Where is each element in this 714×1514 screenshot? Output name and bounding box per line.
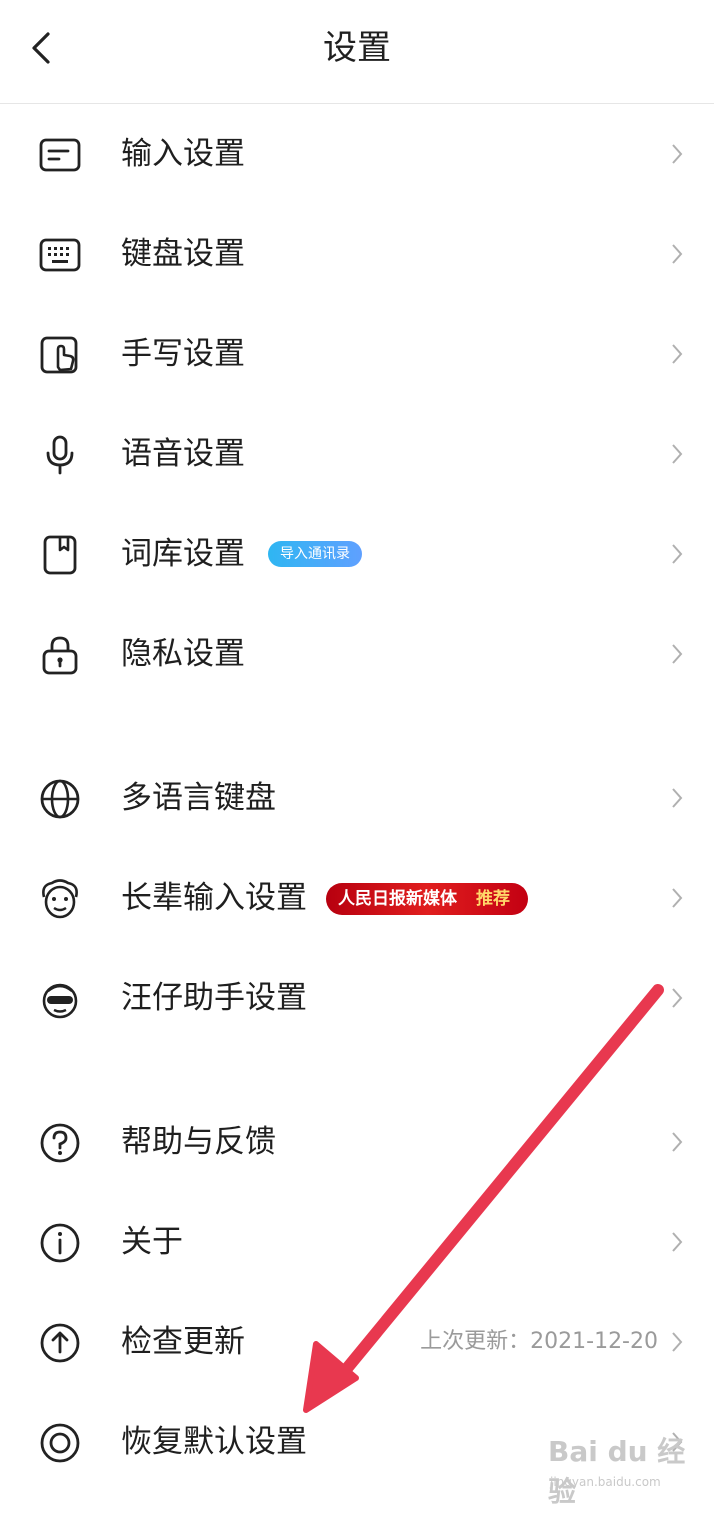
settings-item-label: 语音设置 (121, 436, 245, 472)
settings-item-label: 键盘设置 (121, 236, 245, 272)
last-update-text: 上次更新：2021-12-20 (420, 1329, 658, 1354)
microphone-icon (46, 435, 74, 475)
settings-item-label: 隐私设置 (121, 636, 245, 672)
handwriting-icon (40, 336, 78, 374)
chevron-right-icon (672, 1332, 683, 1352)
settings-item-input[interactable]: 输入设置 (0, 103, 714, 203)
badge-main-text: 人民日报新媒体 (338, 889, 457, 909)
import-contacts-badge[interactable]: 导入通讯录 (268, 541, 362, 567)
globe-icon (40, 779, 80, 819)
top-bar: 设置 (0, 0, 714, 104)
chevron-right-icon (672, 444, 683, 464)
wangzai-face-icon (42, 983, 78, 1019)
settings-item-label: 恢复默认设置 (121, 1424, 307, 1460)
watermark-url: jingyan.baidu.com (550, 1475, 661, 1489)
chevron-right-icon (672, 244, 683, 264)
question-circle-icon (40, 1123, 80, 1163)
info-circle-icon (40, 1223, 80, 1263)
settings-item-label: 关于 (121, 1224, 183, 1260)
settings-item-label: 多语言键盘 (121, 780, 276, 816)
chevron-right-icon (672, 544, 683, 564)
settings-item-label: 手写设置 (121, 336, 245, 372)
settings-item-label: 输入设置 (121, 136, 245, 172)
chevron-right-icon (672, 1132, 683, 1152)
page-title: 设置 (323, 28, 391, 68)
settings-item-dictionary[interactable]: 词库设置 导入通讯录 (0, 503, 714, 603)
chevron-right-icon (672, 788, 683, 808)
elder-face-icon (42, 879, 78, 919)
settings-item-label: 检查更新 (121, 1324, 245, 1360)
settings-item-elder-input[interactable]: 长辈输入设置 人民日报新媒体 推荐 (0, 847, 714, 947)
settings-item-label: 汪仔助手设置 (121, 980, 307, 1016)
settings-item-wangzai[interactable]: 汪仔助手设置 (0, 947, 714, 1047)
baidu-watermark: Bai du 经验 jingyan.baidu.com (548, 1432, 698, 1508)
settings-item-label: 词库设置 (121, 536, 245, 572)
settings-item-voice[interactable]: 语音设置 (0, 403, 714, 503)
chevron-right-icon (672, 988, 683, 1008)
settings-item-about[interactable]: 关于 (0, 1191, 714, 1291)
settings-item-handwriting[interactable]: 手写设置 (0, 303, 714, 403)
watermark-brand: Bai du 经验 (548, 1435, 686, 1508)
chevron-right-icon (672, 644, 683, 664)
keyboard-icon (39, 238, 81, 272)
settings-item-check-update[interactable]: 检查更新 上次更新：2021-12-20 (0, 1291, 714, 1391)
settings-item-multilang[interactable]: 多语言键盘 (0, 747, 714, 847)
settings-item-privacy[interactable]: 隐私设置 (0, 603, 714, 703)
chevron-right-icon (672, 1232, 683, 1252)
upload-circle-icon (40, 1323, 80, 1363)
settings-item-label: 长辈输入设置 (121, 880, 307, 916)
settings-item-keyboard[interactable]: 键盘设置 (0, 203, 714, 303)
lock-icon (42, 636, 78, 675)
chevron-right-icon (672, 888, 683, 908)
settings-item-label: 帮助与反馈 (121, 1124, 276, 1160)
bookmark-book-icon (43, 535, 77, 575)
chevron-right-icon (672, 344, 683, 364)
settings-item-help[interactable]: 帮助与反馈 (0, 1091, 714, 1191)
input-box-icon (39, 138, 81, 172)
restore-circle-icon (40, 1423, 80, 1463)
badge-tag-text: 推荐 (476, 889, 510, 909)
people-daily-badge[interactable]: 人民日报新媒体 推荐 (326, 883, 528, 915)
chevron-right-icon (672, 144, 683, 164)
